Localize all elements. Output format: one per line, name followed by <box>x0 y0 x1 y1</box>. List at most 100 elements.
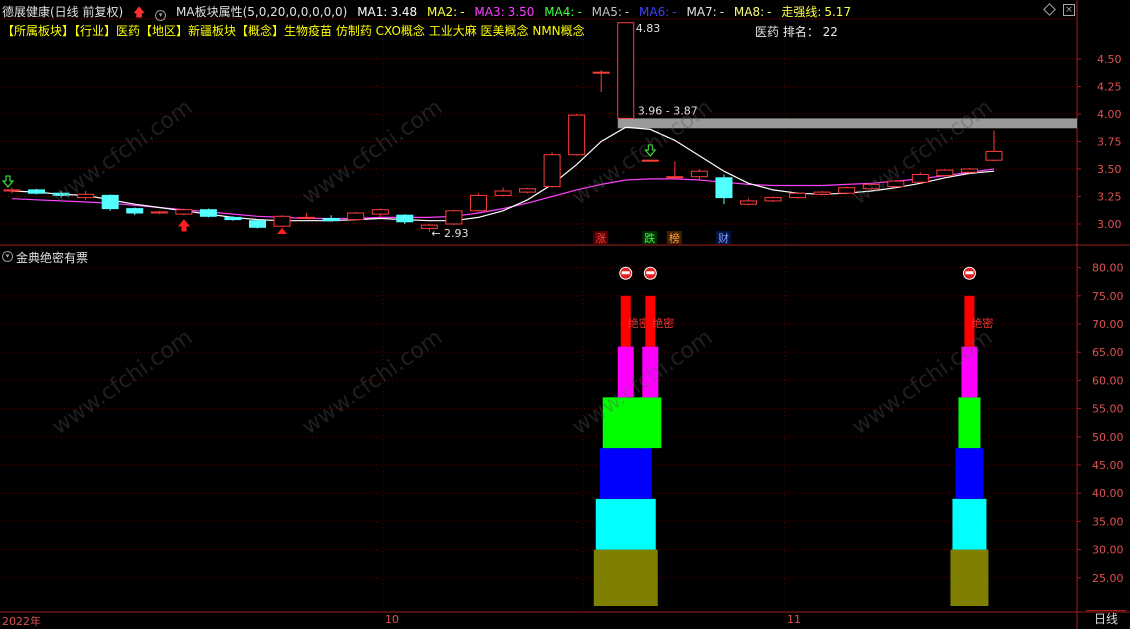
candle-body <box>199 209 217 217</box>
candle-body <box>347 212 365 221</box>
time-label-nov: 11 <box>787 613 801 626</box>
up-arrow-icon <box>177 219 191 232</box>
time-label-oct: 10 <box>385 613 399 626</box>
low-label: ← 2.93 <box>431 227 468 240</box>
indicator-tick-label: 45.00 <box>1092 459 1124 472</box>
candle-body <box>789 192 807 199</box>
candle-body <box>715 177 733 199</box>
time-label-year: 2022年 <box>2 615 41 628</box>
ma8-value: - <box>767 5 772 19</box>
candle-body <box>690 170 708 178</box>
price-tick-label: 3.00 <box>1097 218 1122 231</box>
candle-body <box>126 208 144 214</box>
indicator-tick-label: 40.00 <box>1092 487 1124 500</box>
resistance-band <box>617 118 1077 129</box>
candle-body <box>322 218 340 222</box>
signal-ball-stripe <box>621 271 630 275</box>
signal-label: 绝密 <box>971 316 993 330</box>
ma4-label: MA4: <box>544 5 575 19</box>
price-tick-label: 4.00 <box>1097 108 1122 121</box>
ma6-label: MA6: <box>639 5 670 19</box>
event-marker-3: 财 <box>718 231 729 245</box>
candle-body <box>936 169 954 177</box>
candle-body <box>298 216 316 219</box>
candle-body <box>740 200 757 205</box>
ma2-value: - <box>460 5 465 19</box>
candle-body <box>371 209 389 215</box>
indicator-dropdown-icon[interactable]: ▾ <box>2 251 13 262</box>
candle-body <box>617 22 635 119</box>
event-marker-0: 涨 <box>595 232 606 245</box>
signal-ball-stripe <box>965 271 974 275</box>
candle-body <box>101 194 119 210</box>
signal-bar-segment <box>639 397 662 449</box>
ma4-value: - <box>577 5 582 19</box>
indicator-name: MA板块属性(5,0,20,0,0,0,0,0) <box>176 5 348 19</box>
signal-label: 绝密 <box>652 316 674 330</box>
up-arrow-icon[interactable]: 🡅 <box>133 5 145 19</box>
candle-body <box>985 150 1003 161</box>
indicator-tick-label: 70.00 <box>1092 318 1124 331</box>
candle-body <box>249 220 266 228</box>
indicator-tick-label: 50.00 <box>1092 431 1124 444</box>
price-tick-label: 3.50 <box>1097 163 1122 176</box>
candle-body <box>838 187 856 194</box>
price-tick-label: 3.25 <box>1097 191 1122 204</box>
ma8-label: MA8: <box>733 5 765 19</box>
price-tick-label: 4.25 <box>1097 81 1122 94</box>
candle-body <box>887 180 905 188</box>
stock-title: 德展健康(日线 前复权) <box>2 5 124 19</box>
signal-bar-segment <box>955 448 984 499</box>
ma1-line <box>11 126 995 222</box>
trend-value: 5.17 <box>824 5 852 19</box>
signal-bar-segment <box>617 346 634 398</box>
ma6-value: - <box>672 5 677 19</box>
candle-body <box>273 215 291 227</box>
indicator-tick-label: 35.00 <box>1092 515 1124 528</box>
ma3-label: MA3: <box>474 5 505 19</box>
ma3-value: 3.50 <box>507 5 535 19</box>
candle-body <box>28 189 46 194</box>
signal-bar-segment <box>599 448 652 499</box>
ma5-value: - <box>624 5 630 19</box>
close-icon[interactable]: × <box>1063 4 1075 16</box>
candle-body <box>77 193 95 199</box>
indicator-tick-label: 65.00 <box>1092 346 1124 359</box>
ma5-label: MA5: <box>591 5 622 19</box>
candle-body <box>764 197 782 202</box>
signal-ball-stripe <box>646 271 655 275</box>
signal-bar-segment <box>593 549 658 606</box>
chart-title-bar: 德展健康(日线 前复权) 🡅 ▾ MA板块属性(5,0,20,0,0,0,0,0… <box>2 3 857 21</box>
ma1-label: MA1: <box>357 5 388 19</box>
ma1-value: 3.48 <box>390 5 418 19</box>
period-tab-daily[interactable]: 日线 <box>1086 610 1126 627</box>
candle-body <box>396 214 414 223</box>
candle-body <box>519 188 537 193</box>
candle-body <box>568 114 586 156</box>
ma2-label: MA2: <box>426 5 458 19</box>
indicator-tick-label: 60.00 <box>1092 374 1124 387</box>
indicator-tick-label: 25.00 <box>1092 572 1124 585</box>
candle-body <box>150 211 168 214</box>
candle-body <box>592 71 610 74</box>
candle-body <box>175 209 193 215</box>
candle-body <box>641 159 659 162</box>
event-marker-2: 榜 <box>669 231 680 245</box>
candle-body <box>224 216 242 221</box>
signal-bar-segment <box>950 549 989 606</box>
candle-body <box>543 154 561 188</box>
candle-body <box>469 194 487 212</box>
candle-body <box>862 183 880 190</box>
ma7-value: - <box>719 5 725 19</box>
signal-bar-segment <box>642 346 659 398</box>
sector-concept-line: 【所属板块】【行业】医药【地区】新疆板块【概念】生物疫苗 仿制药 CXO概念 工… <box>2 24 585 38</box>
candle-body <box>813 191 831 195</box>
price-tick-label: 3.75 <box>1097 136 1122 149</box>
up-triangle-icon <box>277 228 288 234</box>
candle-body <box>666 176 684 179</box>
stock-chart-canvas[interactable]: 4.50 4.25 4.00 3.75 3.50 3.25 3.00 80.00 75.00 70… <box>0 0 1130 629</box>
candle-body <box>494 190 512 196</box>
candle-body <box>911 174 929 183</box>
range-label: 3.96 - 3.87 <box>638 104 698 117</box>
event-marker-1: 跌 <box>644 231 655 245</box>
